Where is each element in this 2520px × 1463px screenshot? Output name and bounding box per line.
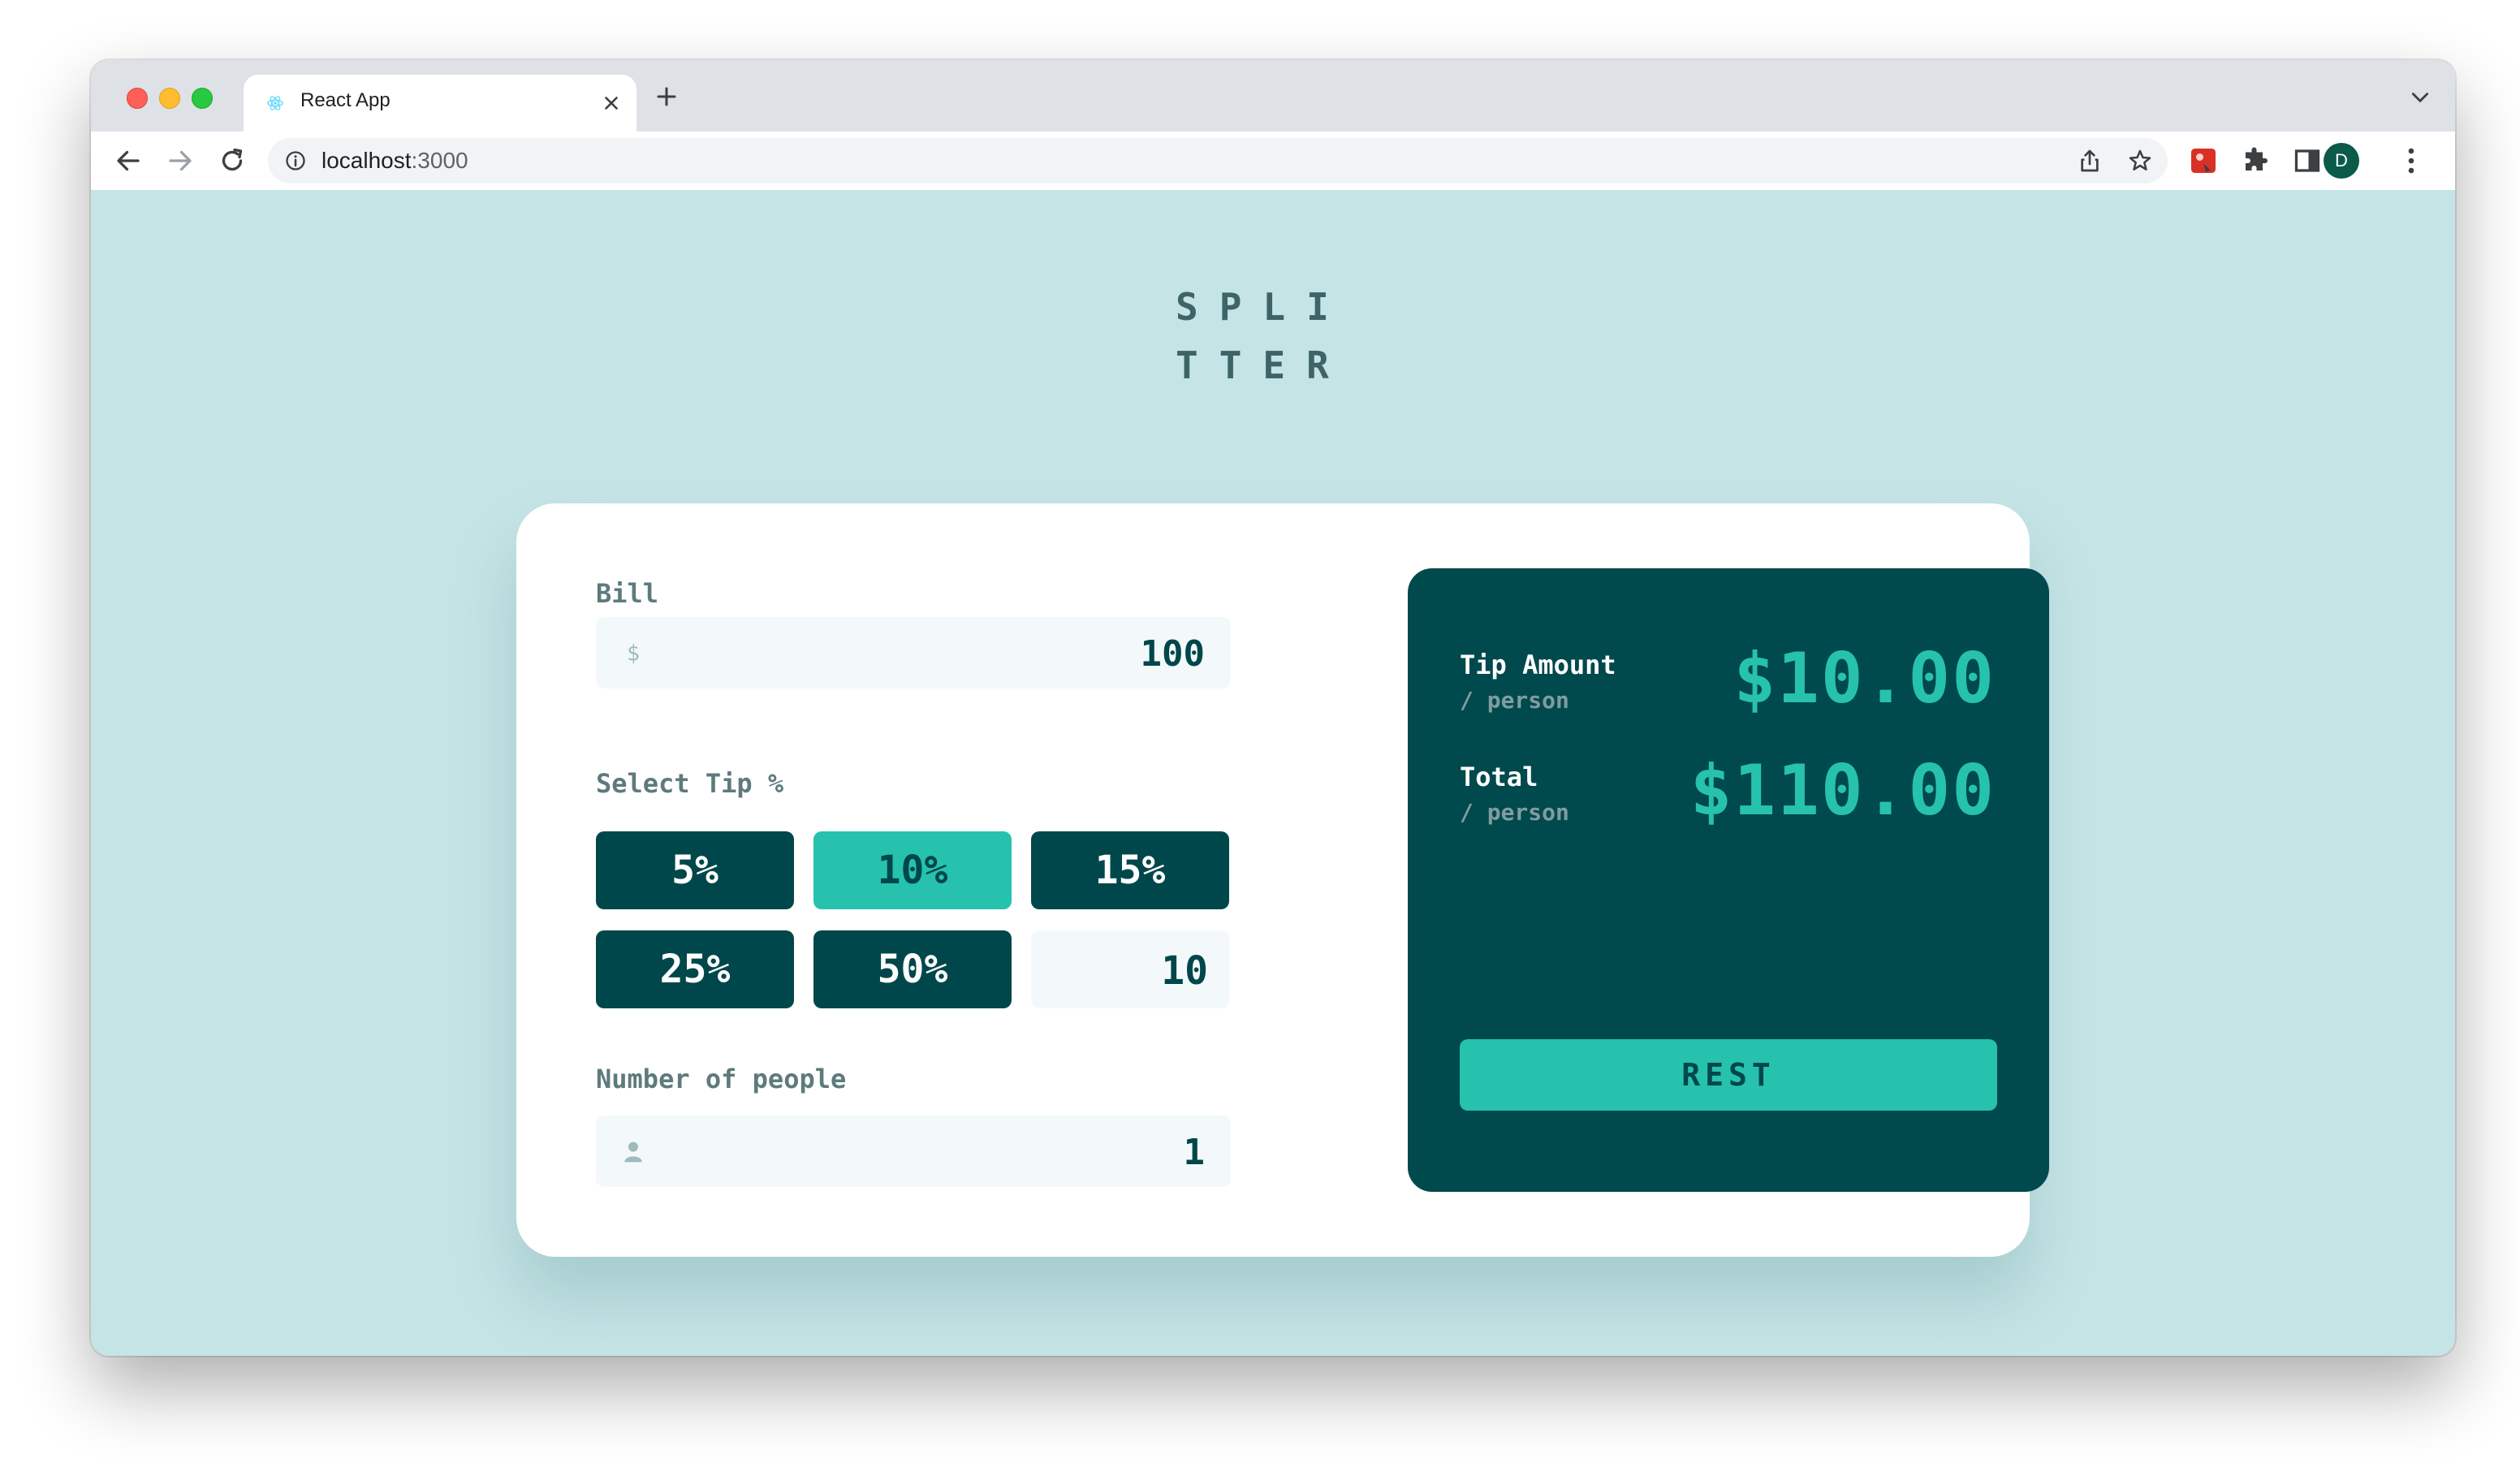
share-icon[interactable] [2077,148,2103,174]
url-port: :3000 [411,148,468,173]
back-arrow-icon[interactable] [114,146,143,175]
tip-button-5[interactable]: 5% [596,831,794,909]
reset-button[interactable]: REST [1460,1039,1997,1111]
tab-title: React App [300,89,391,111]
total-label: Total [1460,762,1538,792]
forward-arrow-icon[interactable] [166,146,195,175]
tip-button-10[interactable]: 10% [813,831,1012,909]
close-window-button[interactable] [127,88,148,109]
people-value: 1 [1183,1132,1206,1173]
tip-amount-value: $10.00 [1733,638,1996,719]
tip-amount-label: Tip Amount [1460,650,1616,680]
tip-amount-per-person: / person [1460,687,1569,714]
custom-tip-input[interactable]: 10 [1031,930,1229,1008]
bill-input[interactable]: $ 100 [596,617,1231,688]
react-favicon-icon [267,96,283,110]
number-of-people-label: Number of people [596,1064,847,1094]
reload-icon[interactable] [218,146,247,175]
bill-label: Bill [596,578,659,609]
dollar-icon: $ [627,641,640,666]
browser-tab[interactable]: React App [244,75,636,132]
select-tip-label: Select Tip % [596,768,784,799]
total-per-person: / person [1460,799,1569,826]
tip-button-25[interactable]: 25% [596,930,794,1008]
close-tab-icon[interactable] [601,93,622,114]
url-host: localhost [321,148,412,173]
page-content: SPLI TTER Bill $ 100 Select Tip % 5% 10%… [91,190,2455,1356]
splitter-logo: SPLI TTER [1176,278,1370,395]
extension-red-icon[interactable] [2189,146,2218,175]
tip-button-15[interactable]: 15% [1031,831,1229,909]
results-panel: Tip Amount / person $10.00 Total / perso… [1408,568,2049,1192]
minimize-window-button[interactable] [159,88,180,109]
browser-window: React App localhost:3000 D SPLI TTER Bil… [91,60,2455,1356]
address-bar[interactable]: localhost:3000 [268,138,2168,183]
bill-value: 100 [1140,633,1205,675]
logo-line-2: TTER [1176,343,1350,387]
calculator-card: Bill $ 100 Select Tip % 5% 10% 15% 25% 5… [516,503,2049,1257]
tip-button-50[interactable]: 50% [813,930,1012,1008]
profile-avatar[interactable]: D [2324,143,2359,179]
custom-tip-value: 10 [1161,948,1208,994]
tab-bar: React App [91,60,2455,132]
new-tab-icon[interactable] [654,84,679,109]
url-text: localhost:3000 [321,148,468,174]
browser-toolbar: localhost:3000 D [91,132,2455,192]
extensions-puzzle-icon[interactable] [2241,146,2270,175]
total-value: $110.00 [1689,750,1996,831]
svg-text:$: $ [627,641,640,666]
tab-search-chevron-icon[interactable] [2410,89,2431,106]
bookmark-star-icon[interactable] [2127,148,2153,174]
more-menu-icon[interactable] [2406,146,2416,175]
person-icon [624,1141,642,1163]
people-input[interactable]: 1 [596,1116,1231,1187]
maximize-window-button[interactable] [192,88,213,109]
logo-line-1: SPLI [1176,285,1350,329]
site-info-icon[interactable] [284,149,307,172]
side-panel-icon[interactable] [2293,146,2322,175]
